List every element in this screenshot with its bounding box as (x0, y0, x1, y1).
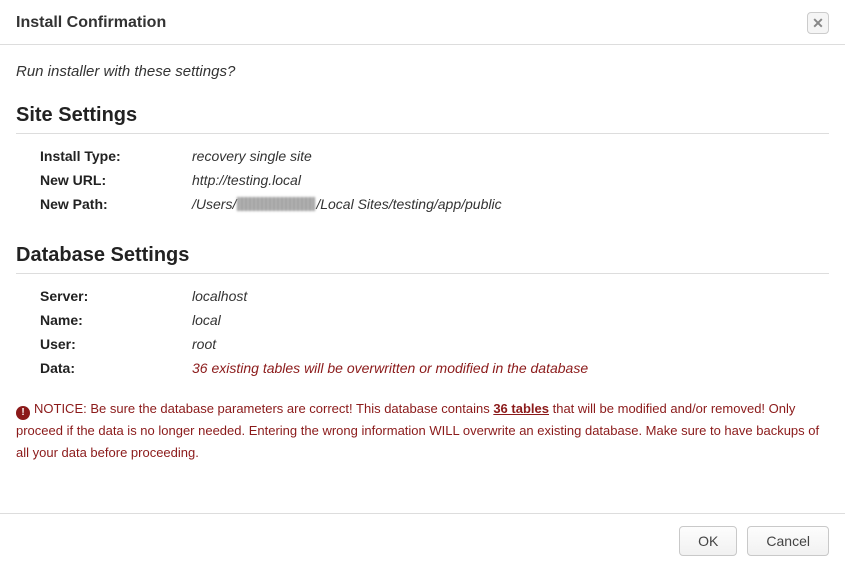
redacted-segment (237, 197, 315, 211)
site-settings-heading: Site Settings (16, 104, 829, 127)
notice-pre: NOTICE: Be sure the database parameters … (34, 401, 493, 416)
label-user: User: (40, 336, 192, 352)
row-new-url: New URL: http://testing.local (40, 168, 829, 192)
row-data: Data: 36 existing tables will be overwri… (40, 356, 829, 380)
label-name: Name: (40, 312, 192, 328)
confirmation-prompt: Run installer with these settings? (16, 63, 829, 80)
row-name: Name: local (40, 308, 829, 332)
site-settings-table: Install Type: recovery single site New U… (40, 144, 829, 216)
value-server: localhost (192, 288, 247, 304)
row-user: User: root (40, 332, 829, 356)
warning-icon: ! (16, 406, 30, 420)
path-suffix: /Local Sites/testing/app/public (316, 196, 501, 212)
label-install-type: Install Type: (40, 148, 192, 164)
value-user: root (192, 336, 216, 352)
row-server: Server: localhost (40, 284, 829, 308)
install-confirmation-dialog: Install Confirmation ✕ Run installer wit… (0, 0, 845, 568)
label-new-url: New URL: (40, 172, 192, 188)
label-new-path: New Path: (40, 196, 192, 212)
divider (16, 273, 829, 274)
dialog-title: Install Confirmation (16, 14, 166, 32)
database-settings-heading: Database Settings (16, 244, 829, 267)
database-settings-table: Server: localhost Name: local User: root… (40, 284, 829, 380)
path-prefix: /Users/ (192, 196, 236, 212)
ok-button[interactable]: OK (679, 526, 737, 556)
dialog-content: Run installer with these settings? Site … (0, 45, 845, 513)
value-new-url: http://testing.local (192, 172, 301, 188)
value-install-type: recovery single site (192, 148, 312, 164)
value-name: local (192, 312, 221, 328)
close-icon: ✕ (812, 15, 824, 32)
value-data: 36 existing tables will be overwritten o… (192, 360, 588, 376)
row-install-type: Install Type: recovery single site (40, 144, 829, 168)
row-new-path: New Path: /Users/ /Local Sites/testing/a… (40, 192, 829, 216)
label-data: Data: (40, 360, 192, 376)
tables-link[interactable]: 36 tables (493, 401, 549, 416)
label-server: Server: (40, 288, 192, 304)
value-new-path: /Users/ /Local Sites/testing/app/public (192, 196, 502, 212)
dialog-header: Install Confirmation ✕ (0, 0, 845, 45)
divider (16, 133, 829, 134)
close-button[interactable]: ✕ (807, 12, 829, 34)
dialog-footer: OK Cancel (0, 513, 845, 568)
warning-notice: ! NOTICE: Be sure the database parameters… (16, 398, 829, 464)
cancel-button[interactable]: Cancel (747, 526, 829, 556)
